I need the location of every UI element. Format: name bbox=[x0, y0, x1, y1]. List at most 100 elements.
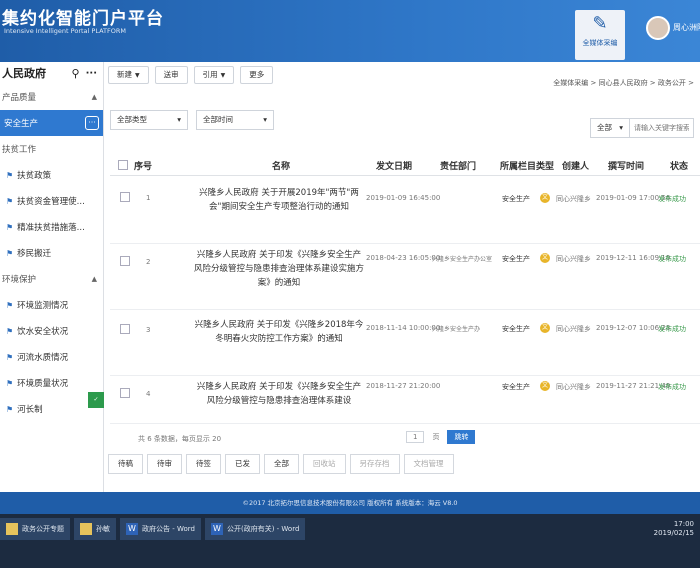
scope-select[interactable]: 全部 ▾ bbox=[590, 118, 630, 138]
sidebar-item-label: 饮水安全状况 bbox=[17, 327, 69, 337]
folder-icon bbox=[6, 523, 18, 535]
select-all-checkbox[interactable] bbox=[118, 160, 128, 170]
row-status: 发布成功 bbox=[658, 325, 686, 333]
more-icon[interactable]: ··· bbox=[85, 116, 99, 130]
search-input[interactable] bbox=[630, 118, 694, 138]
sidebar: 人民政府 ⚲ ··· 产品质量 ▲ 安全生产 ··· 扶贫工作 ⚑ 扶贫政策 ⚑ 扶贫资… bbox=[0, 62, 104, 492]
table-header: 序号 名称 发文日期 责任部门 所属栏目 类型 创建人 撰写时间 状态 bbox=[110, 154, 700, 176]
new-button[interactable]: 新建 ▼ bbox=[108, 66, 149, 84]
row-column: 安全生产 bbox=[502, 195, 530, 203]
sidebar-item-river-quality[interactable]: ⚑ 河流水质情况 bbox=[0, 344, 103, 370]
sidebar-item-poverty-policy[interactable]: ⚑ 扶贫政策 bbox=[0, 162, 103, 188]
sidebar-item-safety[interactable]: 安全生产 ··· bbox=[0, 110, 103, 136]
col-status: 状态 bbox=[670, 162, 689, 172]
breadcrumb[interactable]: 全媒体采编 > 同心县人民政府 > 政务公开 > bbox=[553, 78, 694, 88]
user-name[interactable]: 周心洲隆乡 bbox=[673, 22, 700, 33]
time-select[interactable]: 全部时间 ▾ bbox=[196, 110, 274, 130]
taskbar-item-label: 政府公告 - Word bbox=[142, 525, 195, 533]
row-title-link[interactable]: 兴隆乡人民政府 关于印发《兴隆乡2018年今冬明春火灾防控工作方案》的通知 bbox=[194, 318, 364, 346]
system-tray[interactable]: 17:00 2019/02/15 bbox=[654, 520, 694, 538]
tab-draft[interactable]: 待稿 bbox=[108, 454, 143, 474]
sidebar-item-label: 移民搬迁 bbox=[17, 249, 52, 259]
bottom-tabs: 待稿 待审 待签 已发 全部 回收站 另存存档 文档管理 bbox=[108, 454, 700, 476]
sidebar-item-label: 环境监测情况 bbox=[17, 301, 69, 311]
tab-pending-review[interactable]: 待审 bbox=[147, 454, 182, 474]
sidebar-item-label: 河长制 bbox=[17, 405, 43, 415]
sidebar-item-poverty-measures[interactable]: ⚑ 精准扶贫措施落... bbox=[0, 214, 103, 240]
app-window: 集约化智能门户平台 Intensive Intelligent Portal P… bbox=[0, 0, 700, 568]
sidebar-item-product-quality[interactable]: 产品质量 ▲ bbox=[0, 84, 103, 110]
tab-published[interactable]: 已发 bbox=[225, 454, 260, 474]
jump-button[interactable]: 跳转 bbox=[447, 430, 476, 444]
send-review-button[interactable]: 送审 bbox=[154, 66, 188, 84]
col-name: 名称 bbox=[272, 162, 291, 172]
tab-doc-manage[interactable]: 文档管理 bbox=[403, 454, 454, 474]
sidebar-item-label: 产品质量 bbox=[2, 93, 37, 103]
row-publish: 2018-11-14 10:00:00 bbox=[366, 324, 441, 332]
row-seq: 4 bbox=[146, 390, 151, 398]
sidebar-item-poverty-funds[interactable]: ⚑ 扶贫资金管理使... bbox=[0, 188, 103, 214]
tab-pending-sign[interactable]: 待签 bbox=[186, 454, 221, 474]
flag-icon: ⚑ bbox=[6, 378, 14, 388]
scope-select-value: 全部 bbox=[597, 123, 612, 132]
corner-badge: ✓ bbox=[88, 392, 104, 408]
sidebar-item-environment[interactable]: 环境保护 ▲ bbox=[0, 266, 103, 292]
row-checkbox[interactable] bbox=[120, 192, 130, 202]
flag-icon: ⚑ bbox=[6, 352, 14, 362]
tab-archive[interactable]: 另存存档 bbox=[349, 454, 400, 474]
taskbar-item[interactable]: 孙敏 bbox=[74, 518, 116, 540]
row-title-link[interactable]: 兴隆乡人民政府 关于印发《兴隆乡安全生产风险分级管控与隐患排查治理体系建设实施方… bbox=[194, 248, 364, 290]
row-publish: 2018-04-23 16:05:00 bbox=[366, 254, 441, 262]
table-row[interactable]: 3 兴隆乡人民政府 关于印发《兴隆乡2018年今冬明春火灾防控工作方案》的通知 … bbox=[110, 310, 700, 376]
media-editor-label: 全媒体采编 bbox=[582, 39, 618, 47]
page-label: 页 bbox=[432, 433, 440, 441]
sidebar-item-poverty[interactable]: 扶贫工作 bbox=[0, 136, 103, 162]
col-seq: 序号 bbox=[134, 162, 153, 172]
time-select-value: 全部时间 bbox=[203, 115, 233, 124]
row-dept: 兴隆乡安全生产办 bbox=[432, 326, 481, 333]
sidebar-item-water-safety[interactable]: ⚑ 饮水安全状况 bbox=[0, 318, 103, 344]
row-creator: 同心兴隆乡 bbox=[556, 325, 591, 333]
taskbar-item-label: 孙敏 bbox=[96, 525, 110, 533]
chevron-down-icon: ▾ bbox=[177, 115, 181, 124]
sidebar-item-label: 扶贫资金管理使... bbox=[17, 197, 85, 207]
media-editor-button[interactable]: ✎ 全媒体采编 bbox=[575, 10, 625, 60]
row-checkbox[interactable] bbox=[120, 324, 130, 334]
type-select-value: 全部类型 bbox=[117, 115, 147, 124]
sidebar-item-label: 环境质量状况 bbox=[17, 379, 69, 389]
table-row[interactable]: 4 兴隆乡人民政府 关于印发《兴隆乡安全生产风险分级管控与隐患排查治理体系建设 … bbox=[110, 376, 700, 424]
sidebar-title: 人民政府 bbox=[2, 67, 46, 80]
row-status: 发布成功 bbox=[658, 195, 686, 203]
row-checkbox[interactable] bbox=[120, 388, 130, 398]
row-type-badge: 文 bbox=[540, 193, 550, 203]
toolbar: 新建 ▼ 送审 引用 ▼ 更多 bbox=[108, 66, 274, 84]
tab-recycle[interactable]: 回收站 bbox=[303, 454, 346, 474]
row-checkbox[interactable] bbox=[120, 256, 130, 266]
avatar[interactable] bbox=[646, 16, 670, 40]
word-icon: W bbox=[210, 523, 223, 535]
row-title-link[interactable]: 兴隆乡人民政府 关于开展2019年"两节"两会"期间安全生产专项整治行动的通知 bbox=[194, 186, 364, 214]
row-seq: 1 bbox=[146, 194, 151, 202]
row-type-badge: 文 bbox=[540, 381, 550, 391]
taskbar-item[interactable]: 政务公开专题 bbox=[0, 518, 70, 540]
chevron-down-icon: ▾ bbox=[263, 115, 267, 124]
reference-button-label: 引用 bbox=[202, 70, 218, 79]
table-row[interactable]: 1 兴隆乡人民政府 关于开展2019年"两节"两会"期间安全生产专项整治行动的通… bbox=[110, 178, 700, 244]
more-button[interactable]: 更多 bbox=[240, 66, 274, 84]
sidebar-item-env-monitoring[interactable]: ⚑ 环境监测情况 bbox=[0, 292, 103, 318]
tray-date: 2019/02/15 bbox=[653, 529, 694, 537]
taskbar-item[interactable]: W 政府公告 - Word bbox=[120, 518, 201, 540]
more-icon[interactable]: ··· bbox=[86, 68, 97, 79]
sidebar-item-relocation[interactable]: ⚑ 移民搬迁 bbox=[0, 240, 103, 266]
flag-icon: ⚑ bbox=[6, 326, 14, 336]
tab-all[interactable]: 全部 bbox=[264, 454, 299, 474]
page-input[interactable]: 1 bbox=[406, 431, 425, 443]
flag-icon: ⚑ bbox=[6, 170, 14, 180]
table-row[interactable]: 2 兴隆乡人民政府 关于印发《兴隆乡安全生产风险分级管控与隐患排查治理体系建设实… bbox=[110, 244, 700, 310]
row-title-link[interactable]: 兴隆乡人民政府 关于印发《兴隆乡安全生产风险分级管控与隐患排查治理体系建设 bbox=[194, 380, 364, 408]
sidebar-item-label: 精准扶贫措施落... bbox=[17, 223, 85, 233]
reference-button[interactable]: 引用 ▼ bbox=[193, 66, 235, 84]
type-select[interactable]: 全部类型 ▾ bbox=[110, 110, 188, 130]
taskbar-item[interactable]: W 公开(政府有关) - Word bbox=[204, 518, 306, 540]
search-icon[interactable]: ⚲ bbox=[72, 67, 80, 80]
